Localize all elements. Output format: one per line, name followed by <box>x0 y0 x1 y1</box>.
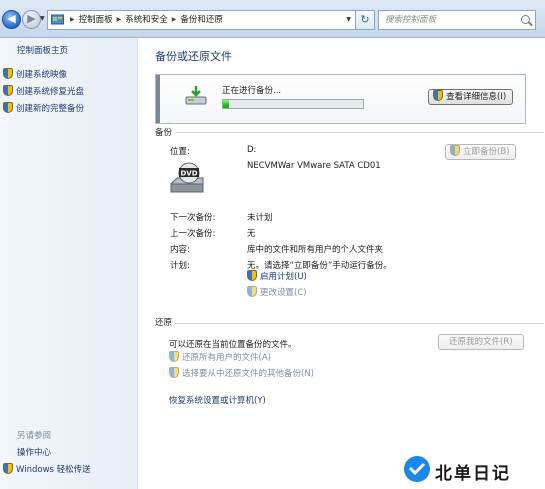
restore-all-users-link[interactable]: 还原所有用户的文件(A) <box>169 351 271 363</box>
uac-shield-icon <box>3 102 13 113</box>
breadcrumb: ▶ 控制面板 ▶ 系统和安全 ▶ 备份和还原 <box>66 11 223 29</box>
uac-shield-icon <box>3 85 13 96</box>
restore-section-heading: 还原 <box>155 318 173 328</box>
search-input[interactable]: 搜索控制面板 <box>378 10 536 30</box>
watermark-text: 北单日记 <box>435 464 511 484</box>
select-other-backup-link[interactable]: 选择要从中还原文件的其他备份(N) <box>169 367 314 379</box>
last-backup-value: 无 <box>247 229 256 239</box>
breadcrumb-backup-restore[interactable]: 备份和还原 <box>180 11 223 29</box>
contents-value: 库中的文件和所有用户的个人文件夹 <box>247 245 384 255</box>
link-label: 启用计划(U) <box>260 272 307 282</box>
button-label: 还原我的文件(R) <box>449 337 513 347</box>
svg-text:DVD: DVD <box>180 170 197 178</box>
uac-shield-icon <box>3 463 13 474</box>
contents-label: 内容: <box>170 245 190 255</box>
watermark-logo <box>404 456 430 482</box>
schedule-label: 计划: <box>170 261 190 271</box>
uac-shield-icon <box>3 68 13 79</box>
location-device: NECVMWar VMware SATA CD01 <box>247 161 381 171</box>
button-label: 立即备份(B) <box>463 147 510 157</box>
link-label: 更改设置(C) <box>260 288 307 298</box>
breadcrumb-control-panel[interactable]: 控制面板 <box>79 11 113 29</box>
recover-system-link[interactable]: 恢复系统设置或计算机(Y) <box>169 394 266 406</box>
backup-section-heading: 备份 <box>155 128 173 138</box>
uac-shield-icon <box>169 367 179 378</box>
create-repair-disc-link[interactable]: 创建系统修复光盘 <box>3 85 84 98</box>
link-label: 创建系统映像 <box>16 70 68 80</box>
dvd-drive-icon: DVD <box>170 162 204 193</box>
main-content: 备份或还原文件 正在进行备份... 查看详细信息(I) 备份 位置: D: NE… <box>139 38 545 489</box>
button-label: 查看详细信息(I) <box>446 92 507 102</box>
next-backup-label: 下一次备份: <box>170 213 216 223</box>
location-drive: D: <box>247 145 257 155</box>
address-bar[interactable]: ▶ 控制面板 ▶ 系统和安全 ▶ 备份和还原 ▼ <box>47 10 356 30</box>
change-settings-link[interactable]: 更改设置(C) <box>247 286 307 298</box>
windows-easy-transfer-link[interactable]: Windows 轻松传送 <box>3 463 91 475</box>
recent-pages-chevron-icon[interactable]: ▼ <box>40 15 45 22</box>
page-title: 备份或还原文件 <box>155 50 232 63</box>
breadcrumb-chevron-icon[interactable]: ▶ <box>117 11 122 29</box>
backup-progress-bar <box>222 99 364 109</box>
link-label: 选择要从中还原文件的其他备份(N) <box>182 369 314 379</box>
uac-shield-icon <box>247 286 257 297</box>
last-backup-label: 上一次备份: <box>170 229 216 239</box>
breadcrumb-system-security[interactable]: 系统和安全 <box>125 11 168 29</box>
search-placeholder: 搜索控制面板 <box>385 15 437 25</box>
backup-now-button[interactable]: 立即备份(B) <box>445 144 517 160</box>
breadcrumb-chevron-icon[interactable]: ▶ <box>70 11 75 29</box>
back-arrow-icon[interactable]: ◀ <box>2 10 21 29</box>
section-divider <box>175 132 544 133</box>
control-panel-icon <box>51 14 64 25</box>
left-navigation-pane: 控制面板主页 创建系统映像 创建系统修复光盘 创建新的完整备份 另请参阅 操作中… <box>0 38 138 489</box>
enable-schedule-link[interactable]: 启用计划(U) <box>247 270 307 282</box>
action-center-link[interactable]: 操作中心 <box>17 446 51 458</box>
section-divider <box>175 323 544 324</box>
backup-progress-panel: 正在进行备份... 查看详细信息(I) <box>155 74 526 124</box>
link-label: 还原所有用户的文件(A) <box>182 353 271 363</box>
link-label: Windows 轻松传送 <box>16 465 91 475</box>
link-label: 创建新的完整备份 <box>16 104 85 114</box>
progress-status-text: 正在进行备份... <box>222 86 282 96</box>
create-full-backup-link[interactable]: 创建新的完整备份 <box>3 102 84 115</box>
refresh-icon[interactable]: ↻ <box>356 10 375 30</box>
progress-bar-fill <box>223 100 229 108</box>
view-details-button[interactable]: 查看详细信息(I) <box>428 89 514 105</box>
address-dropdown-icon[interactable]: ▼ <box>346 11 351 29</box>
uac-shield-icon <box>433 90 443 101</box>
checkmark-icon <box>408 462 426 476</box>
next-backup-value: 未计划 <box>247 213 273 223</box>
control-panel-home-link[interactable]: 控制面板主页 <box>17 44 68 56</box>
search-icon[interactable] <box>521 15 530 24</box>
breadcrumb-chevron-icon[interactable]: ▶ <box>172 11 177 29</box>
link-label: 创建系统修复光盘 <box>16 87 85 97</box>
restore-my-files-button[interactable]: 还原我的文件(R) <box>438 334 524 350</box>
backup-in-progress-icon <box>185 86 207 105</box>
address-toolbar: ◀ ▶ ▼ ▶ 控制面板 ▶ 系统和安全 ▶ 备份和还原 ▼ ↻ 搜索控制面板 <box>0 0 545 38</box>
create-system-image-link[interactable]: 创建系统映像 <box>3 68 67 81</box>
see-also-heading: 另请参阅 <box>17 431 52 441</box>
uac-shield-icon <box>169 351 179 362</box>
location-label: 位置: <box>170 147 190 157</box>
uac-shield-icon <box>247 270 257 281</box>
restore-description: 可以还原在当前位置备份的文件。 <box>169 340 297 350</box>
forward-arrow-icon[interactable]: ▶ <box>22 10 41 29</box>
uac-shield-icon <box>450 145 460 156</box>
